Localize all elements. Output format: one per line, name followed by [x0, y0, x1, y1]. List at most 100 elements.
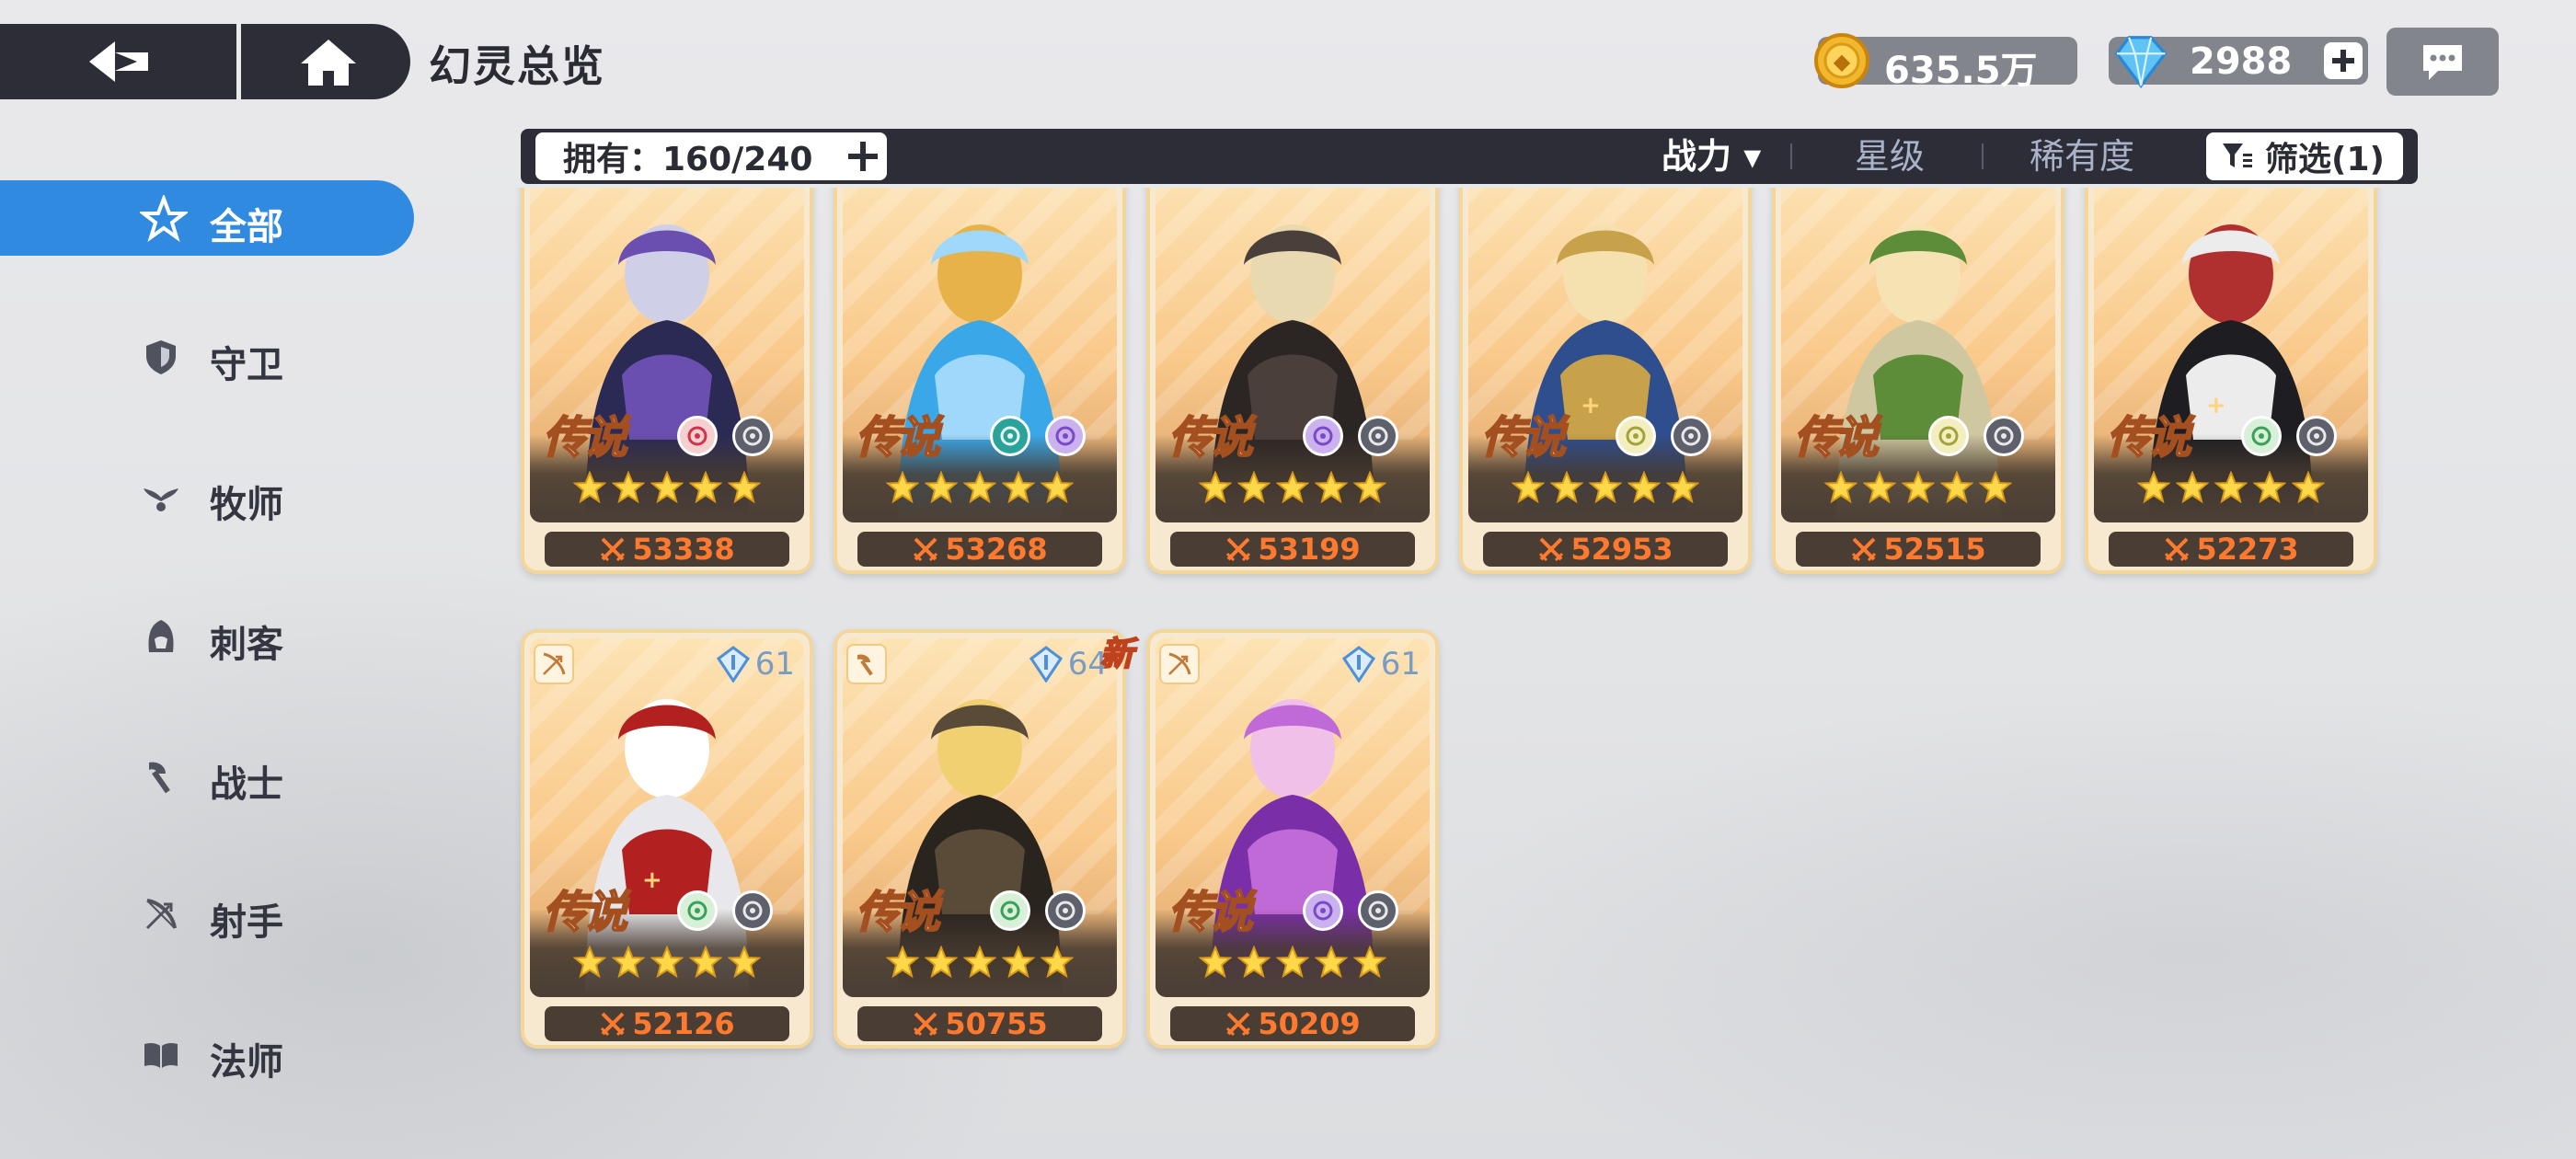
star-icon [1627, 471, 1661, 504]
book-icon [144, 1042, 178, 1068]
crossed-swords-icon [601, 537, 626, 562]
sidebar-item-label: 全部 [210, 206, 283, 248]
sort-by-star[interactable]: 星级 [1855, 136, 1925, 177]
power-value: 50755 [945, 1006, 1048, 1041]
power-value: 50209 [1258, 1006, 1361, 1041]
back-button[interactable] [0, 24, 241, 99]
filter-label: 筛选(1) [2265, 141, 2385, 178]
star-rating [837, 946, 1122, 979]
rarity-plus-mark: + [1581, 392, 1601, 419]
rarity-label: 传说 [542, 411, 628, 465]
hero-card[interactable]: 传说 53199 [1146, 188, 1439, 574]
sidebar-item-archer[interactable]: 射手 [0, 876, 416, 953]
sidebar-item-guardian[interactable]: 守卫 [0, 318, 416, 396]
rarity-label: 传说 [1793, 411, 1880, 465]
power-bar: 50209 [1170, 1006, 1415, 1041]
gem-amount: 2988 [2190, 40, 2293, 83]
hero-card[interactable]: 传说 53268 [834, 188, 1126, 574]
sidebar-item-label: 战士 [210, 763, 283, 806]
power-value: 52515 [1883, 532, 1986, 567]
star-icon [1237, 471, 1271, 504]
star-icon [2137, 471, 2170, 504]
add-gems-button[interactable] [2324, 42, 2363, 79]
hero-card[interactable]: 传说 + 52273 [2085, 188, 2377, 574]
star-icon [728, 471, 761, 504]
sort-by-rarity[interactable]: 稀有度 [2030, 136, 2134, 177]
sidebar-item-warrior[interactable]: 战士 [0, 738, 416, 815]
home-icon [301, 40, 356, 86]
rarity-label: 传说 [1480, 411, 1567, 465]
priest-wings-icon [144, 488, 178, 511]
hero-card[interactable]: 传说 50209 61 [1146, 629, 1439, 1049]
star-icon [2214, 471, 2248, 504]
level-indicator: 61 [716, 646, 795, 683]
star-icon [650, 471, 684, 504]
power-bar: 53268 [857, 532, 1102, 567]
wings-olive-element-icon [1616, 416, 1656, 456]
top-nav-bar [0, 24, 410, 99]
star-icon [612, 471, 645, 504]
power-value: 53268 [945, 532, 1048, 567]
home-button[interactable] [246, 24, 411, 99]
diamond-icon [2114, 36, 2168, 88]
star-icon [1315, 946, 1348, 979]
rarity-label: 传说 [1167, 411, 1254, 465]
back-arrow-icon [88, 41, 148, 82]
star-rating [1776, 471, 2061, 504]
sort-by-power[interactable]: 战力 ▾ [1662, 136, 1761, 177]
void-gray-element-icon [2296, 416, 2337, 456]
crossed-swords-icon [2165, 537, 2190, 562]
star-icon [1353, 471, 1386, 504]
star-icon [1940, 471, 1973, 504]
sidebar-item-assassin[interactable]: 刺客 [0, 598, 416, 675]
void-purple-element-icon [1303, 416, 1343, 456]
leaf-green-element-icon [990, 890, 1030, 931]
star-icon [573, 471, 606, 504]
void-purple-element-icon [1045, 416, 1086, 456]
sidebar-item-mage[interactable]: 法师 [0, 1016, 416, 1093]
plus-icon [2332, 50, 2354, 72]
hero-card[interactable]: 传说 + 52953 [1459, 188, 1752, 574]
hero-card[interactable]: 传说 50755 64 [834, 629, 1126, 1049]
star-icon [963, 946, 996, 979]
power-value: 52126 [632, 1006, 735, 1041]
hero-card[interactable]: 传说 + 52126 61 [521, 629, 813, 1049]
void-purple-element-icon [1303, 890, 1343, 931]
star-icon [2176, 471, 2209, 504]
star-icon [1237, 946, 1271, 979]
hero-card[interactable]: 传说 52515 [1772, 188, 2064, 574]
void-gray-element-icon [732, 416, 773, 456]
hero-card[interactable]: 传说 53338 [521, 188, 813, 574]
sidebar-item-priest[interactable]: 牧师 [0, 458, 416, 535]
rarity-label: 传说 [855, 886, 941, 939]
star-icon [1863, 471, 1896, 504]
chat-button[interactable] [2386, 28, 2499, 96]
axe-icon [149, 762, 170, 794]
owned-count-box[interactable]: 拥有：160/240 [535, 132, 887, 180]
rarity-label: 传说 [542, 886, 628, 939]
sidebar-item-all[interactable]: 全部 [0, 180, 414, 256]
crossed-swords-icon [914, 1012, 938, 1037]
gem-currency: 2988 [2109, 36, 2368, 88]
rarity-label: 传说 [1167, 886, 1254, 939]
sidebar-item-label: 刺客 [210, 624, 283, 666]
crossed-swords-icon [914, 537, 938, 562]
power-bar: 52273 [2109, 532, 2353, 567]
swirl-red-element-icon [677, 416, 718, 456]
power-bar: 52126 [545, 1006, 789, 1041]
all-star-icon [140, 195, 188, 243]
star-icon [1041, 471, 1074, 504]
bow-icon [1159, 644, 1200, 684]
crossed-swords-icon [601, 1012, 626, 1037]
star-icon [728, 946, 761, 979]
level-gem-icon [1341, 646, 1375, 683]
rarity-label: 传说 [855, 411, 941, 465]
filter-funnel-icon [2223, 143, 2252, 167]
sidebar-item-label: 守卫 [210, 344, 283, 386]
star-icon [689, 471, 722, 504]
void-gray-element-icon [1671, 416, 1711, 456]
filter-button[interactable]: 筛选(1) [2206, 132, 2403, 180]
infinity-gray-element-icon [732, 890, 773, 931]
gold-currency: ◆ 635.5万 [1814, 33, 2077, 92]
chat-bubble-icon [2423, 45, 2462, 80]
